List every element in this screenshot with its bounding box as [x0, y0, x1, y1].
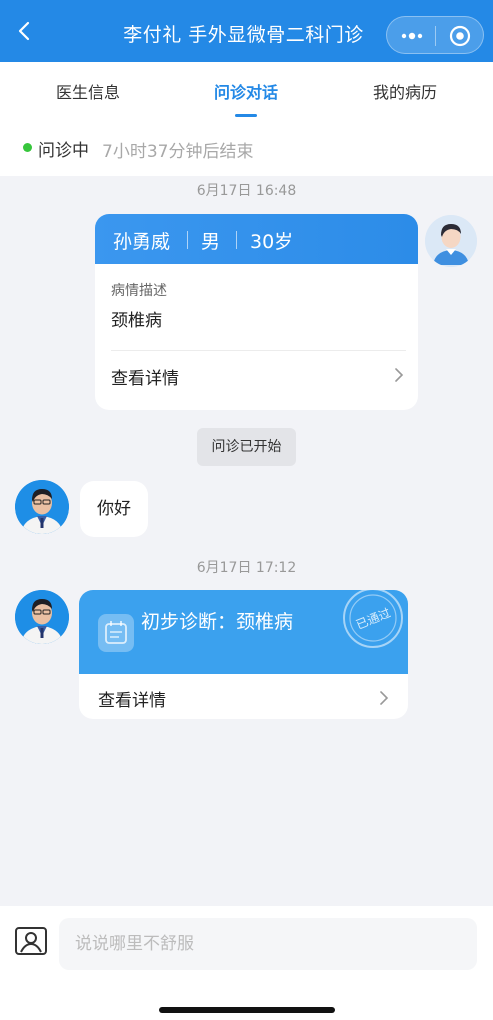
status-label: 问诊中 — [38, 141, 89, 161]
divider — [236, 231, 237, 249]
preliminary-diagnosis: 初步诊断：颈椎病 — [141, 611, 294, 633]
close-miniprogram-icon[interactable] — [449, 25, 471, 47]
tab-my-records[interactable]: 我的病历 — [345, 79, 465, 103]
calendar-icon — [98, 614, 134, 652]
view-diagnosis-details-link[interactable]: 查看详情 — [98, 686, 166, 711]
chevron-right-icon — [380, 691, 389, 705]
patient-name: 孙勇威 — [113, 231, 171, 253]
app-header: 李付礼 手外显微骨二科门诊 — [0, 0, 493, 62]
message-timestamp: 6月17日 17:12 — [196, 560, 297, 576]
more-icon[interactable] — [399, 27, 425, 45]
doctor-avatar[interactable] — [15, 480, 69, 534]
consultation-started-notice: 问诊已开始 — [197, 428, 296, 466]
consultation-status-bar: 问诊中 7小时37分钟后结束 — [0, 124, 493, 176]
mini-program-capsule — [386, 16, 484, 54]
image-upload-icon[interactable] — [14, 926, 48, 958]
user-avatar-icon — [425, 215, 477, 267]
patient-age: 30岁 — [250, 231, 294, 253]
approved-stamp-icon: 已通过 — [343, 590, 403, 648]
status-dot — [23, 143, 32, 152]
diagnosis-card-header: 初步诊断：颈椎病 已通过 — [79, 590, 408, 674]
view-details-link[interactable]: 查看详情 — [111, 364, 179, 389]
chevron-right-icon — [395, 368, 404, 382]
doctor-avatar-icon — [15, 590, 69, 644]
message-input[interactable] — [59, 918, 477, 970]
diagnosis-card: 初步诊断：颈椎病 已通过 查看详情 — [79, 590, 408, 719]
doctor-message-bubble: 你好 — [80, 481, 148, 537]
status-remaining-time: 7小时37分钟后结束 — [102, 142, 254, 162]
message-timestamp: 6月17日 16:48 — [196, 183, 297, 199]
home-indicator — [159, 1007, 335, 1013]
patient-gender: 男 — [201, 231, 221, 253]
patient-avatar[interactable] — [425, 215, 477, 267]
condition-description-label: 病情描述 — [111, 283, 167, 299]
tab-consultation[interactable]: 问诊对话 — [186, 79, 306, 103]
divider — [187, 231, 188, 249]
capsule-divider — [435, 26, 436, 46]
tab-doctor-info[interactable]: 医生信息 — [28, 79, 148, 103]
patient-card-header: 孙勇威 男 30岁 — [95, 214, 418, 264]
message-input-bar — [0, 906, 493, 1020]
stamp-text: 已通过 — [354, 606, 393, 632]
doctor-avatar[interactable] — [15, 590, 69, 644]
tab-bar: 医生信息 问诊对话 我的病历 — [0, 62, 493, 124]
doctor-avatar-icon — [15, 480, 69, 534]
condition-description-value: 颈椎病 — [111, 311, 162, 331]
patient-info-card: 孙勇威 男 30岁 病情描述 颈椎病 查看详情 — [95, 214, 418, 410]
card-divider — [111, 350, 406, 351]
active-tab-indicator — [235, 114, 257, 117]
